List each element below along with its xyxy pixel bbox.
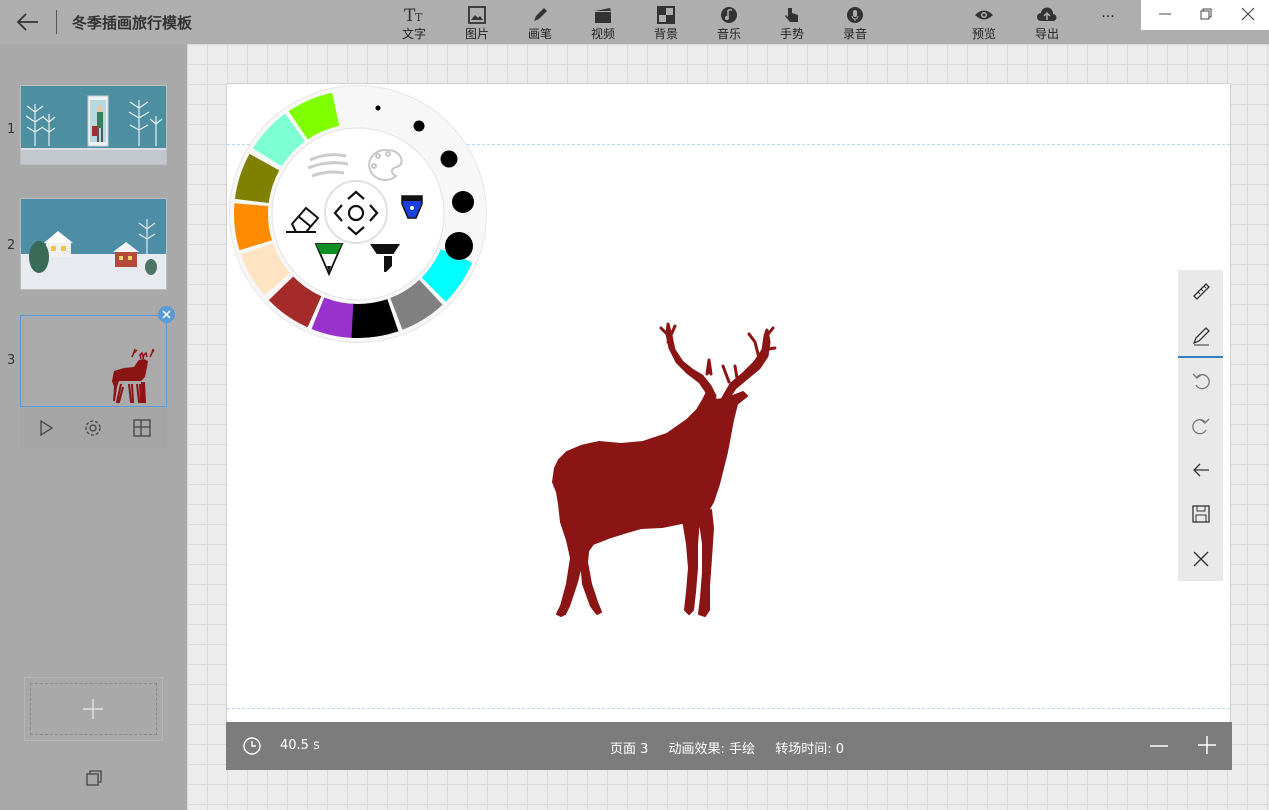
active-tool-indicator <box>1178 356 1223 358</box>
slide-number: 2 <box>7 238 16 253</box>
animation-effect[interactable]: 动画效果: 手绘 <box>669 742 756 757</box>
image-icon <box>454 3 500 27</box>
record-tool-button[interactable]: 录音 <box>832 3 878 43</box>
export-label: 导出 <box>1034 27 1059 41</box>
slide-info: 页面 3 动画效果: 手绘 转场时间: 0 <box>610 738 860 757</box>
ruler-icon[interactable] <box>1190 280 1212 302</box>
brush-size-1[interactable] <box>375 105 381 111</box>
gear-icon[interactable] <box>83 418 103 438</box>
slide-thumbnail-3[interactable] <box>20 315 167 407</box>
pen-tool-button[interactable]: 画笔 <box>517 3 563 43</box>
back-icon[interactable] <box>1190 459 1212 481</box>
eye-icon <box>961 3 1007 27</box>
layout-icon[interactable] <box>132 418 152 438</box>
slide-number: 1 <box>7 122 16 137</box>
more-icon: ··· <box>1101 9 1115 25</box>
video-tool-label: 视频 <box>590 27 615 41</box>
add-slide-button[interactable] <box>24 677 163 741</box>
brush-size-4[interactable] <box>452 191 474 213</box>
add-slide-frame <box>30 683 157 735</box>
zoom-in-icon[interactable] <box>1197 735 1217 755</box>
text-tool-button[interactable]: TT 文字 <box>391 3 437 43</box>
duplicate-icon[interactable] <box>84 768 104 788</box>
gesture-icon <box>769 3 815 27</box>
music-icon <box>706 3 752 27</box>
record-tool-label: 录音 <box>842 27 867 41</box>
video-icon <box>580 3 626 27</box>
slide-thumbnail-2[interactable] <box>20 198 167 290</box>
gesture-tool-button[interactable]: 手势 <box>769 3 815 43</box>
pencil-icon[interactable] <box>1190 325 1212 347</box>
pen-icon <box>517 3 563 27</box>
remove-slide-icon[interactable] <box>158 306 175 323</box>
background-tool-label: 背景 <box>653 27 678 41</box>
back-arrow-icon[interactable] <box>14 10 42 34</box>
cloud-upload-icon <box>1024 3 1070 27</box>
plus-icon <box>83 699 103 719</box>
divider <box>56 10 57 34</box>
video-tool-button[interactable]: 视频 <box>580 3 626 43</box>
microphone-icon <box>832 3 878 27</box>
slide-thumbnail-1[interactable] <box>20 85 167 165</box>
image-tool-button[interactable]: 图片 <box>454 3 500 43</box>
play-icon[interactable] <box>36 418 56 438</box>
redo-icon[interactable] <box>1190 414 1212 436</box>
svg-text:T: T <box>415 11 423 24</box>
brush-size-2[interactable] <box>413 120 425 132</box>
right-toolbar <box>1178 270 1223 581</box>
top-toolbar: 冬季插画旅行模板 TT 文字 图片 画笔 视频 背景 音乐 手势 录音 预览 导… <box>0 0 1269 44</box>
save-icon[interactable] <box>1190 503 1212 525</box>
export-button[interactable]: 导出 <box>1024 3 1070 43</box>
transition-time[interactable]: 转场时间: 0 <box>775 742 844 757</box>
duration-value: 40.5 s <box>280 738 320 753</box>
slides-sidebar: 1 2 3 <box>0 44 187 810</box>
deer-silhouette[interactable] <box>537 322 797 622</box>
image-tool-label: 图片 <box>464 27 489 41</box>
undo-icon[interactable] <box>1190 369 1212 391</box>
music-tool-button[interactable]: 音乐 <box>706 3 752 43</box>
brush-size-3[interactable] <box>440 150 458 168</box>
background-icon <box>643 3 689 27</box>
background-tool-button[interactable]: 背景 <box>643 3 689 43</box>
restore-icon[interactable] <box>1196 4 1216 24</box>
preview-button[interactable]: 预览 <box>961 3 1007 43</box>
window-controls <box>1141 0 1269 30</box>
pen-palette-wheel <box>229 85 487 343</box>
page-indicator: 页面 3 <box>610 742 649 757</box>
status-bar: 40.5 s 页面 3 动画效果: 手绘 转场时间: 0 <box>226 722 1232 770</box>
document-title: 冬季插画旅行模板 <box>72 14 193 32</box>
slide-actions <box>20 408 167 448</box>
minimize-icon[interactable] <box>1155 4 1175 24</box>
text-tool-label: 文字 <box>401 27 426 41</box>
pen-tool-label: 画笔 <box>527 27 552 41</box>
music-tool-label: 音乐 <box>716 27 741 41</box>
close-icon[interactable] <box>1190 548 1212 570</box>
text-icon: TT <box>391 3 437 27</box>
slide-number: 3 <box>7 353 16 368</box>
zoom-out-icon[interactable] <box>1148 736 1170 756</box>
close-window-icon[interactable] <box>1238 4 1258 24</box>
gesture-tool-label: 手势 <box>779 27 804 41</box>
brush-size-5[interactable] <box>445 232 473 260</box>
clock-icon[interactable] <box>242 736 262 756</box>
preview-label: 预览 <box>971 27 996 41</box>
safe-area-bottom-line <box>227 708 1230 709</box>
